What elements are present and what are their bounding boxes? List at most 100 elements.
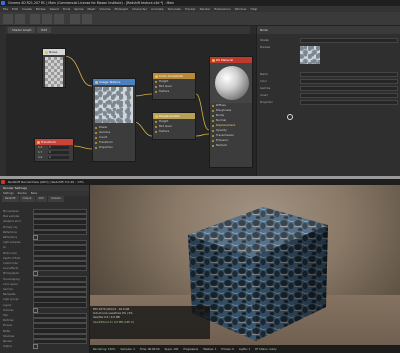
render-setting-label: Hair — [3, 314, 9, 317]
tab-redshift[interactable]: Redshift — [2, 196, 19, 202]
transform-value-field[interactable]: 0 — [48, 151, 69, 154]
render-setting-label: GI — [3, 246, 6, 250]
wire-image-to-disp — [133, 121, 153, 137]
tab-output[interactable]: Output — [19, 196, 35, 202]
node-noise[interactable]: Noise — [42, 48, 66, 88]
attr-row-preview: Preview — [260, 46, 398, 66]
c4d-window-title: Cinema 4D R21.207 RC | Main (Commercial … — [8, 1, 175, 5]
port-disp-texture[interactable]: Texture — [153, 129, 195, 134]
node-image-texture[interactable]: Image Texture Power Gamma Invert Transfo… — [92, 78, 136, 162]
render-setting-label: Min samples — [3, 210, 19, 213]
status-time: Time: 00:00:00 — [139, 347, 160, 351]
gear-icon[interactable] — [287, 114, 293, 120]
attribute-manager: Node Shader Preview Name Color Gamma Inv… — [256, 26, 400, 176]
render-settings-tabs: Redshift Output AOV Globals — [0, 196, 89, 202]
node-transform-title: Transform — [35, 139, 73, 145]
attr-row-name: Name — [260, 71, 398, 78]
render-setting-label: Adaptive error — [3, 220, 21, 224]
render-setting-label: Volumes — [3, 308, 14, 312]
rotate-tool-icon[interactable] — [54, 14, 64, 24]
wire-cc-to-mat — [195, 93, 210, 131]
scale-tool-icon[interactable] — [42, 14, 52, 24]
node-editor-canvas[interactable]: Noise Image Texture Power Gamma Invert T… — [6, 34, 256, 176]
attr-label: Invert — [260, 94, 268, 97]
node-color-correction[interactable]: Color Correction Height Mid level Textur… — [152, 72, 196, 100]
render-setting-label: Lens effects — [3, 267, 19, 271]
render-setting-label: Shadows — [3, 334, 15, 338]
render-setting-label: Matte — [3, 329, 11, 333]
tab-shader-graph[interactable]: Shader Graph — [8, 27, 36, 33]
redshift-app-icon — [1, 180, 5, 184]
render-setting-label: Photographic — [3, 272, 20, 276]
attr-row-color: Color — [260, 78, 398, 85]
attr-row-projection: Projection — [260, 99, 398, 106]
port-projection[interactable]: Projection — [93, 145, 135, 150]
attr-label: Shader — [260, 39, 270, 42]
attr-field[interactable] — [300, 85, 398, 92]
attr-field[interactable] — [300, 78, 398, 85]
render-setting-checkbox[interactable] — [33, 344, 38, 350]
render-settings-icon[interactable] — [82, 14, 92, 24]
render-stats-overlay: RTX 2070 (GPU) 0 - 16.0 GB Out-of-core u… — [90, 306, 210, 339]
attribute-header: Node — [257, 26, 400, 34]
c4d-toolbar — [0, 12, 400, 26]
attr-field[interactable] — [300, 99, 398, 106]
undo-icon[interactable] — [3, 14, 13, 24]
status-spp: Spp/s: 100 — [164, 347, 179, 351]
render-setting-row: Output — [3, 344, 87, 350]
stats-memory: Used/Total 0.0 / 0.0 MB (GPU 0) — [93, 320, 134, 324]
transform-axis-label: S.Y — [38, 151, 43, 154]
attr-field[interactable] — [300, 37, 398, 44]
node-displacement[interactable]: Displacement Height Mid level Texture — [152, 112, 196, 140]
attr-preview-thumbnail — [300, 46, 320, 64]
node-editor-tabs: Shader Graph Edit — [6, 26, 250, 34]
render-setting-label: Depth of field — [3, 256, 21, 260]
material-preview-area — [210, 63, 252, 103]
transform-value-field[interactable]: 0 — [48, 146, 69, 149]
move-tool-icon[interactable] — [30, 14, 40, 24]
render-setting-label: Render — [3, 340, 12, 343]
status-rt: RT Status: ready — [255, 347, 277, 351]
render-setting-label: Light samples — [3, 241, 21, 245]
attr-label: Color — [260, 80, 267, 83]
status-meshes: Meshes: 1 — [203, 347, 217, 351]
render-setting-label: Primary ray — [3, 225, 18, 229]
status-samples: Samples: 4 — [120, 347, 135, 351]
render-setting-label: Backplate — [3, 293, 16, 297]
node-rs-material[interactable]: RS Material Diffuse Roughness Bump Norma… — [209, 56, 253, 168]
wire-image-to-cc — [133, 93, 153, 97]
cinema4d-app-icon — [1, 1, 5, 5]
attr-field[interactable] — [300, 71, 398, 78]
tab-globals[interactable]: Globals — [48, 196, 64, 202]
render-setting-label: Refractions — [3, 236, 18, 239]
tab-aov[interactable]: AOV — [35, 196, 48, 202]
attr-row-shader: Shader — [260, 37, 398, 44]
node-transform[interactable]: Transform S.X 0 S.Y 0 S.Z 0 — [34, 138, 74, 162]
render-setting-label: Light groups — [3, 298, 19, 302]
status-mode: Progressive — [183, 347, 199, 351]
render-status-bar: Rendering: 100% Samples: 4 Time: 00:00:0… — [90, 345, 400, 353]
transform-axis-label: S.X — [38, 146, 43, 149]
render-setting-label: Custom blur — [3, 262, 19, 265]
transform-axis-label: S.Z — [38, 156, 43, 159]
render-setting-label: Layers — [3, 303, 12, 307]
tab-edit[interactable]: Edit — [37, 27, 51, 33]
render-setting-label: Motion blur — [3, 251, 18, 255]
status-proxies: Proxies: 0 — [221, 347, 234, 351]
render-setting-label: Color space — [3, 282, 18, 286]
attr-label: Projection — [260, 101, 273, 104]
attr-row-invert: Invert — [260, 92, 398, 99]
attr-field[interactable] — [300, 92, 398, 99]
render-viewport[interactable]: RTX 2070 (GPU) 0 - 16.0 GB Out-of-core u… — [90, 185, 400, 353]
attr-row-gamma: Gamma — [260, 85, 398, 92]
noise-preview — [45, 57, 63, 87]
attr-label: Preview — [260, 46, 271, 49]
port-medium[interactable]: Medium — [210, 143, 252, 148]
transform-row-sz: S.Z 0 — [35, 155, 73, 160]
status-rendering: Rendering: 100% — [93, 347, 116, 351]
render-view-icon[interactable] — [70, 14, 80, 24]
redo-icon[interactable] — [15, 14, 25, 24]
wire-transform-to-image — [73, 145, 93, 150]
transform-value-field[interactable]: 0 — [48, 156, 69, 159]
port-cc-texture[interactable]: Texture — [153, 89, 195, 94]
